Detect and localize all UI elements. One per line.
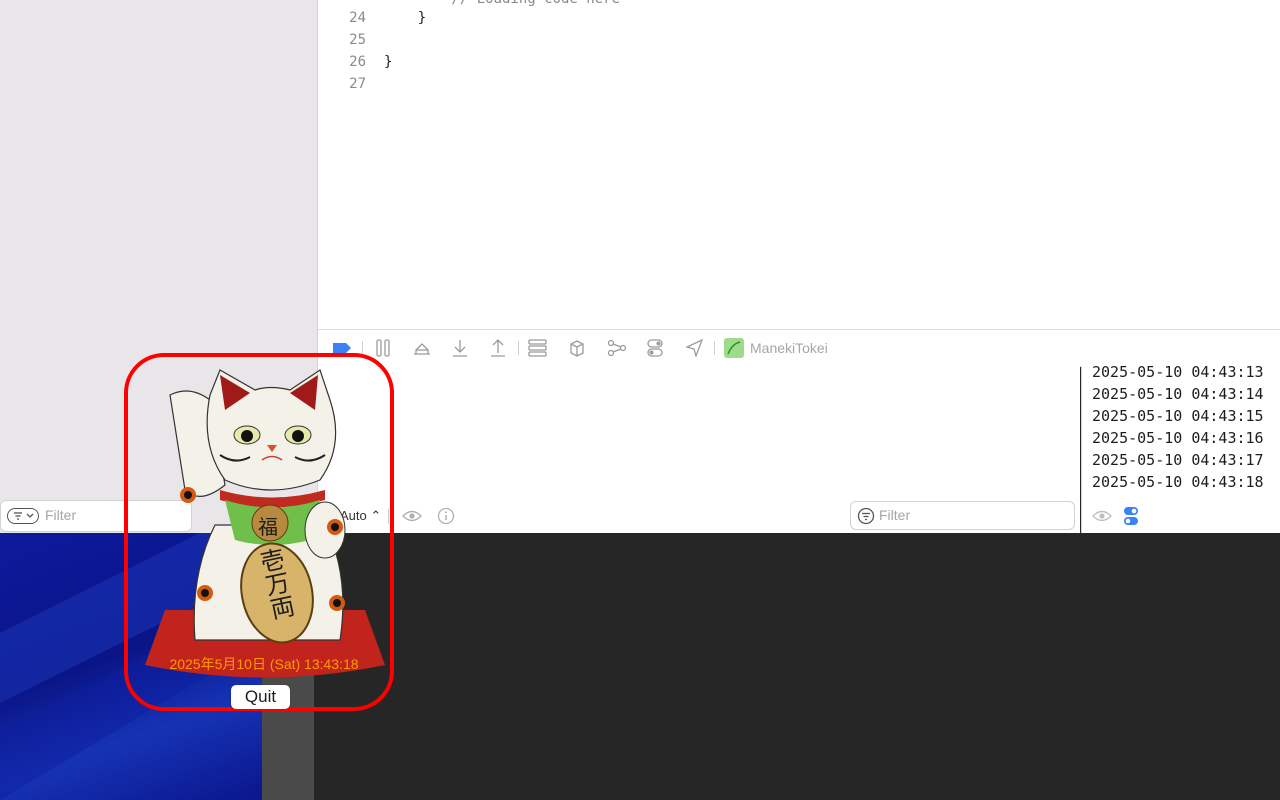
line-number: 24 [349, 10, 366, 26]
line-number: 27 [349, 76, 366, 92]
info-icon[interactable] [437, 507, 455, 530]
split-toggle-icon[interactable] [1123, 506, 1139, 531]
navigator-filter-placeholder: Filter [45, 507, 77, 523]
log-line: 2025-05-10 04:43:16 [1092, 429, 1264, 447]
source-editor[interactable]: // Loading code here 24 } 25 26 } 27 [318, 0, 1280, 329]
log-line: 2025-05-10 04:43:14 [1092, 385, 1264, 403]
console-filter-placeholder: Filter [879, 507, 911, 523]
separator [714, 341, 715, 355]
log-line: 2025-05-10 04:43:17 [1092, 451, 1264, 469]
filter-options-icon[interactable] [7, 508, 39, 524]
eye-icon[interactable] [402, 507, 422, 530]
environment-icon[interactable] [646, 339, 664, 357]
step-into-icon[interactable] [451, 339, 469, 357]
log-line: 2025-05-10 04:43:18 [1092, 473, 1264, 491]
location-icon[interactable] [685, 338, 704, 359]
terminal-window[interactable] [314, 533, 1280, 800]
clock-date-text: 2025年5月10日 (Sat) 13:43:18 [169, 656, 359, 672]
quit-button[interactable]: Quit [231, 685, 290, 709]
app-icon [724, 338, 744, 358]
memory-graph-icon[interactable] [568, 339, 586, 357]
code-line: } [384, 10, 427, 26]
line-number: 26 [349, 54, 366, 70]
separator [518, 341, 519, 355]
console-filter-field[interactable]: Filter [850, 501, 1075, 530]
scheme-name[interactable]: ManekiTokei [750, 340, 828, 356]
pause-icon[interactable] [374, 339, 392, 357]
log-line: 2025-05-10 04:43:15 [1092, 407, 1264, 425]
line-number: 25 [349, 32, 366, 48]
step-out-icon[interactable] [489, 339, 507, 357]
view-hierarchy-icon[interactable] [528, 339, 547, 357]
code-line: } [384, 54, 393, 70]
console-output[interactable]: 2025-05-10 04:43:13 2025-05-10 04:43:14 … [1081, 363, 1280, 533]
log-line: 2025-05-10 04:43:13 [1092, 363, 1264, 381]
filter-icon [857, 507, 875, 530]
step-over-icon[interactable] [412, 339, 430, 357]
eye-icon[interactable] [1092, 507, 1112, 530]
share-icon[interactable] [607, 339, 627, 357]
